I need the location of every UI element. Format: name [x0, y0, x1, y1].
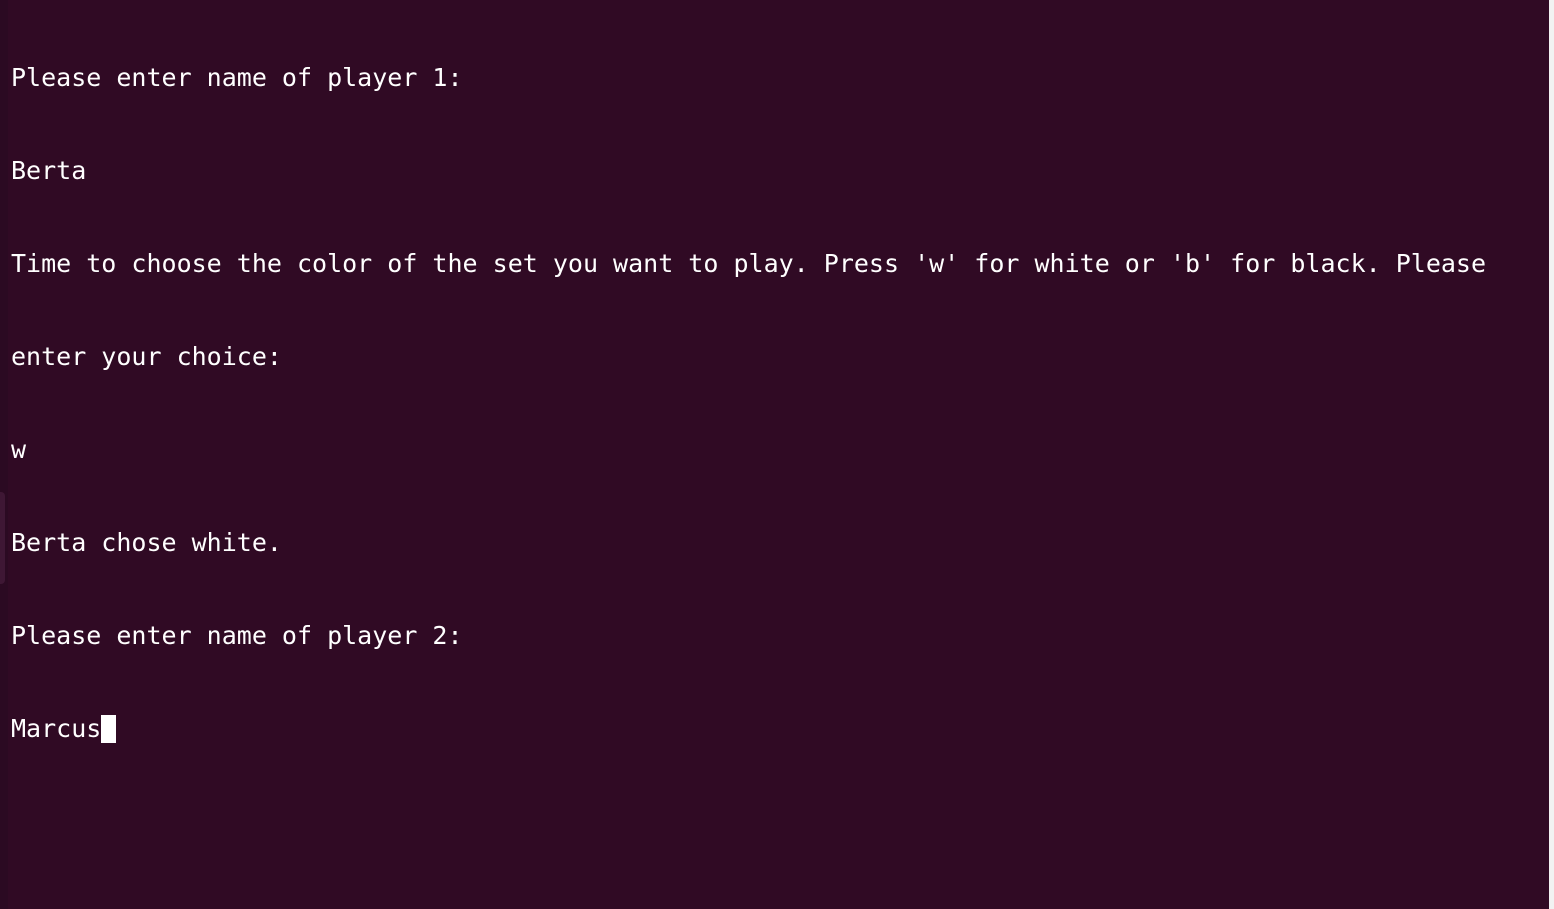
resize-handle[interactable]	[0, 492, 5, 584]
terminal-input-text[interactable]: Marcus	[11, 713, 101, 744]
terminal-line: Berta chose white.	[11, 528, 282, 557]
terminal-window[interactable]: Please enter name of player 1: Berta Tim…	[0, 0, 1554, 909]
terminal-line: Berta	[11, 156, 87, 185]
terminal-line: enter your choice:	[11, 342, 282, 371]
terminal-line: Please enter name of player 2:	[11, 621, 463, 650]
terminal-line: Time to choose the color of the set you …	[11, 249, 1487, 278]
terminal-input-line[interactable]: Marcus	[11, 713, 1541, 744]
window-right-edge	[1549, 0, 1554, 909]
terminal-line: w	[11, 435, 27, 464]
terminal-output[interactable]: Please enter name of player 1: Berta Tim…	[11, 0, 1541, 806]
window-left-edge	[0, 0, 8, 909]
text-cursor	[101, 715, 117, 743]
terminal-line: Please enter name of player 1:	[11, 63, 463, 92]
